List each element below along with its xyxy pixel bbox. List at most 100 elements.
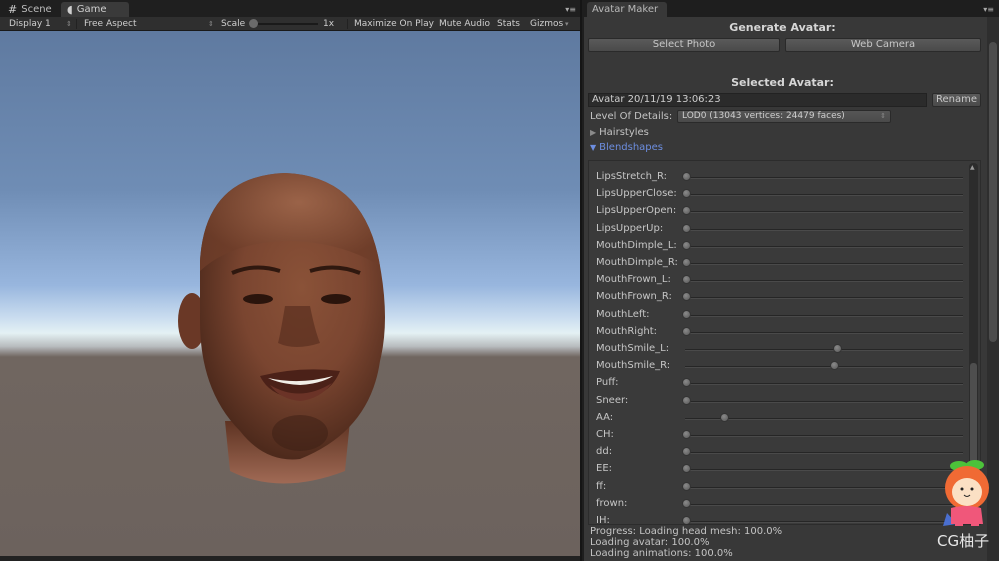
pane-menu-icon[interactable]: ▾≡ (565, 5, 576, 14)
mute-audio-toggle[interactable]: Mute Audio (439, 17, 490, 31)
blendshape-slider-track[interactable] (685, 400, 963, 403)
blendshape-slider-knob[interactable] (682, 464, 691, 474)
blendshape-slider-knob[interactable] (682, 206, 691, 216)
pacman-icon: ◖ (67, 3, 73, 16)
maximize-on-play-toggle[interactable]: Maximize On Play (354, 17, 434, 31)
blendshape-slider-track[interactable] (685, 194, 963, 197)
blendshape-slider-knob[interactable] (682, 516, 691, 524)
blendshape-slider-knob[interactable] (719, 412, 729, 422)
blendshape-row: MouthLeft: (589, 306, 964, 323)
blendshape-row: MouthSmile_L: (589, 340, 964, 357)
blendshape-slider-track[interactable] (685, 349, 963, 351)
blendshape-label: frown: (596, 497, 628, 509)
blendshape-slider-knob[interactable] (682, 223, 691, 233)
stats-toggle[interactable]: Stats (497, 17, 520, 31)
blendshape-label: LipsStretch_R: (596, 171, 667, 182)
scale-slider-track[interactable] (252, 23, 318, 25)
blendshape-slider-knob[interactable] (682, 258, 691, 267)
tab-game[interactable]: ◖ Game (61, 2, 129, 17)
blendshapes-list[interactable]: LipsStretch_R: LipsUpperClose: LipsUpperOp… (588, 160, 981, 525)
blendshape-label: Puff: (596, 377, 619, 389)
blendshape-slider-track[interactable] (685, 228, 963, 231)
blendshape-row: EE: (589, 460, 964, 477)
blendshape-slider-knob[interactable] (682, 275, 691, 285)
blendshape-row: LipsUpperOpen: (589, 202, 964, 219)
aspect-updown-icon: ⇕ (208, 20, 214, 28)
blendshape-slider-knob[interactable] (682, 430, 691, 439)
progress-status: Progress: Loading head mesh: 100.0% Load… (590, 526, 782, 559)
blendshape-row: Sneer: (589, 392, 964, 409)
scroll-up-icon[interactable]: ▲ (970, 164, 975, 171)
blendshape-slider-track[interactable] (685, 297, 963, 300)
lod-label: Level Of Details: (590, 111, 673, 122)
blendshape-row: LipsStretch_R: (589, 168, 964, 185)
blendshape-slider-track[interactable] (685, 177, 963, 179)
panel-scrollbar-thumb[interactable] (989, 42, 997, 342)
aspect-value: Free Aspect (84, 19, 137, 29)
blendshape-slider-knob[interactable] (829, 361, 839, 371)
progress-line: Loading avatar: 100.0% (590, 537, 710, 548)
web-camera-button[interactable]: Web Camera (785, 38, 981, 52)
blendshape-slider-track[interactable] (685, 211, 963, 214)
blendshape-row: MouthDimple_R: (589, 254, 964, 271)
blendshape-slider-knob[interactable] (682, 447, 691, 457)
blendshape-label: MouthDimple_R: (596, 257, 678, 268)
blendshape-slider-track[interactable] (685, 383, 963, 386)
blendshape-slider-track[interactable] (685, 469, 963, 472)
separator (347, 19, 348, 29)
lod-dropdown[interactable]: LOD0 (13043 vertices: 24479 faces) ⇕ (677, 110, 891, 123)
blendshape-slider-track[interactable] (685, 452, 963, 455)
avatar-name-value: Avatar 20/11/19 13:06:23 (592, 94, 721, 105)
blendshape-slider-knob[interactable] (682, 498, 691, 508)
blendshape-slider-knob[interactable] (682, 292, 691, 302)
scale-slider-knob[interactable] (249, 19, 258, 28)
blendshape-row: AA: (589, 409, 964, 426)
right-eye (321, 294, 351, 304)
display-dropdown[interactable]: Display 1 (9, 17, 51, 31)
aspect-dropdown[interactable]: Free Aspect (84, 17, 137, 31)
blendshape-slider-knob[interactable] (682, 378, 691, 388)
gizmos-toggle[interactable]: Gizmos (530, 17, 563, 31)
blendshape-slider-knob[interactable] (682, 481, 691, 491)
select-photo-button[interactable]: Select Photo (588, 38, 780, 52)
pane-menu-icon[interactable]: ▾≡ (983, 5, 994, 14)
blendshape-label: MouthLeft: (596, 308, 650, 320)
blendshape-slider-track[interactable] (685, 521, 963, 523)
game-bottom-edge (0, 556, 580, 561)
blendshape-slider-track[interactable] (685, 314, 963, 317)
rename-button[interactable]: Rename (932, 93, 981, 107)
hairstyles-foldout[interactable]: ▶ Hairstyles (590, 126, 649, 139)
blendshape-slider-track[interactable] (685, 263, 963, 265)
blendshape-label: MouthSmile_R: (596, 360, 671, 372)
game-viewport[interactable] (0, 31, 580, 561)
lod-value: LOD0 (13043 vertices: 24479 faces) (682, 111, 845, 121)
blendshape-row: MouthRight: (589, 323, 964, 340)
blendshape-slider-knob[interactable] (682, 309, 691, 319)
blendshape-label: LipsUpperClose: (596, 188, 677, 200)
blendshape-slider-knob[interactable] (682, 172, 691, 181)
blendshape-label: MouthFrown_L: (596, 274, 671, 286)
blendshape-slider-track[interactable] (685, 435, 963, 437)
blendshapes-foldout[interactable]: ▼ Blendshapes (590, 141, 663, 154)
blendshape-slider-knob[interactable] (832, 344, 842, 353)
gizmos-dropdown-icon[interactable]: ▾ (565, 17, 569, 31)
blendshape-slider-track[interactable] (685, 486, 963, 489)
progress-line: Loading animations: 100.0% (590, 548, 733, 559)
blendshape-slider-knob[interactable] (682, 395, 691, 405)
tab-scene[interactable]: # Scene (2, 2, 60, 17)
avatar-name-input[interactable]: Avatar 20/11/19 13:06:23 (588, 93, 927, 107)
blendshape-slider-track[interactable] (685, 366, 963, 369)
blendshape-slider-knob[interactable] (682, 189, 691, 199)
tab-scene-label: Scene (21, 4, 52, 15)
blendshape-slider-knob[interactable] (682, 240, 691, 250)
blendshape-slider-knob[interactable] (682, 326, 691, 336)
tab-avatar-maker[interactable]: Avatar Maker (587, 2, 667, 17)
blendshape-row: MouthFrown_L: (589, 271, 964, 288)
blendshape-slider-track[interactable] (685, 245, 963, 248)
blendshape-slider-track[interactable] (685, 503, 963, 506)
tab-avatar-maker-label: Avatar Maker (592, 4, 659, 15)
blendshape-slider-track[interactable] (685, 331, 963, 334)
left-eye (243, 294, 273, 304)
blendshape-slider-track[interactable] (685, 280, 963, 283)
blendshape-row: ff: (589, 478, 964, 495)
